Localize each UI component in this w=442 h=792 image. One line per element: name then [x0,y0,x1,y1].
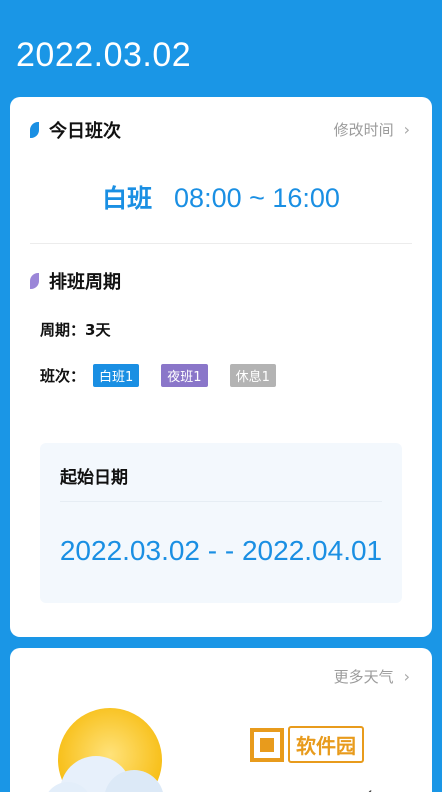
modify-time-link[interactable]: 修改时间 › [334,119,410,140]
shift-tag-rest: 休息1 [229,364,276,387]
shifts-label: 班次： [40,367,86,385]
shift-time: 08:00 ~ 16:00 [174,183,340,213]
shift-tag-night: 夜班1 [161,364,208,387]
section-marker-icon [30,122,39,138]
watermark-text: 软件园 [288,726,364,763]
partly-cloudy-icon [40,688,180,792]
shift-tag-day: 白班1 [93,364,140,387]
shifts-row: 班次： 白班1 夜班1 休息1 [40,364,298,387]
divider [30,243,412,244]
divider [60,501,382,502]
schedule-title: 排班周期 [49,272,121,293]
current-date: 2022.03.02 [16,36,192,74]
watermark-logo-icon [250,727,284,762]
schedule-header: 排班周期 [30,268,121,294]
today-shift-info: 白班 08:00 ~ 16:00 [10,179,432,215]
modify-time-label: 修改时间 [333,121,394,139]
date-range: 2022.03.02 - - 2022.04.01 [59,535,383,566]
cycle-label: 周期： [40,321,86,339]
more-weather-label: 更多天气 [333,668,394,686]
start-date-box[interactable]: 起始日期 2022.03.02 - - 2022.04.01 [40,443,402,603]
today-shift-header: 今日班次 [30,117,121,143]
cycle-row: 周期： 3天 [40,319,110,340]
cycle-value: 3天 [85,321,111,339]
start-date-title: 起始日期 [60,468,128,488]
chevron-right-icon: › [403,120,410,139]
section-marker-icon [30,273,39,289]
chevron-right-icon: › [403,667,410,686]
more-weather-link[interactable]: 更多天气 › [334,666,410,687]
watermark: 软件园 [250,726,364,763]
today-shift-title: 今日班次 [49,121,121,142]
weather-card: 更多天气 › 软件园 多云 [10,648,432,792]
weather-description: 多云 [362,786,398,792]
shift-card: 今日班次 修改时间 › 白班 08:00 ~ 16:00 排班周期 周期： 3天… [10,97,432,637]
shift-name: 白班 [102,184,153,213]
